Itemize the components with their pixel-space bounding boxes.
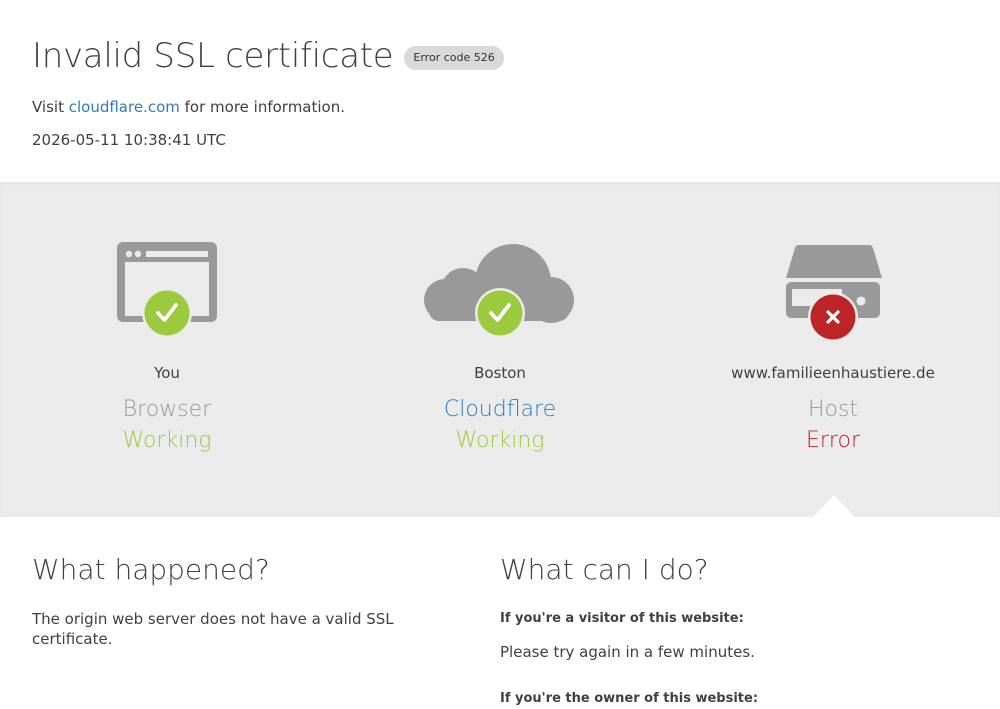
page-header: Invalid SSL certificate Error code 526 V… [0, 0, 1000, 182]
cloud-icon [424, 244, 574, 338]
what-can-i-do-column: What can I do? If you're a visitor of th… [500, 551, 970, 709]
what-happened-text: The origin web server does not have a va… [32, 610, 394, 648]
page-title: Invalid SSL certificate [32, 36, 394, 76]
node-name: Host [807, 397, 859, 422]
cloudflare-link[interactable]: cloudflare.com [69, 98, 180, 116]
browser-icon [117, 242, 217, 338]
node-name: Browser [122, 397, 212, 422]
visit-prefix: Visit [32, 98, 69, 116]
owner-heading: If you're the owner of this website: [500, 691, 759, 706]
server-icon [786, 245, 882, 342]
node-location: Boston [474, 364, 526, 382]
title-row: Invalid SSL certificate Error code 526 [32, 34, 504, 78]
error-code-badge: Error code 526 [404, 46, 504, 70]
visit-info: Visit cloudflare.com for more informatio… [32, 98, 345, 116]
node-status: Error [805, 428, 860, 453]
what-can-i-do-heading: What can I do? [500, 553, 709, 586]
check-icon [475, 288, 525, 338]
what-happened-column: What happened? The origin web server doe… [32, 551, 472, 649]
node-status: Working [122, 428, 212, 453]
status-band: You Browser Working Boston Cloudflare Wo… [0, 182, 1000, 517]
node-status: Working [455, 428, 545, 453]
check-icon [142, 288, 192, 338]
node-host: www.familieenhaustiere.de Host Error [666, 182, 1000, 517]
what-happened-heading: What happened? [32, 553, 270, 586]
info-section: What happened? The origin web server doe… [0, 517, 1000, 706]
node-name: Cloudflare [443, 397, 557, 422]
visit-suffix: for more information. [179, 98, 345, 116]
node-location: www.familieenhaustiere.de [731, 364, 935, 382]
node-browser: You Browser Working [0, 182, 334, 517]
visitor-heading: If you're a visitor of this website: [500, 611, 744, 626]
timestamp: 2026-05-11 10:38:41 UTC [32, 131, 226, 149]
node-cloudflare: Boston Cloudflare Working [333, 182, 667, 517]
visitor-text: Please try again in a few minutes. [500, 643, 755, 661]
node-location: You [154, 364, 180, 382]
error-x-icon [808, 292, 858, 342]
error-pointer [813, 495, 855, 517]
